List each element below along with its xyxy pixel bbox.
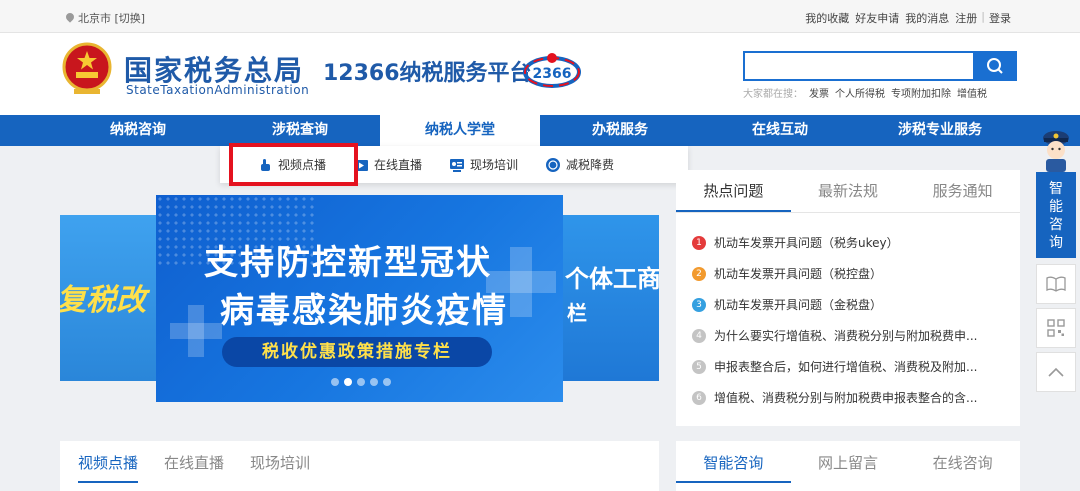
mascot-avatar-icon[interactable] [1036,126,1076,172]
rank-badge: 3 [692,297,706,312]
friend-request-link[interactable]: 好友申请 [852,10,902,26]
rank-badge: 6 [692,390,706,405]
nav-online-interaction[interactable]: 在线互动 [700,115,860,146]
carousel-dot[interactable] [370,378,378,386]
top-bar: 北京市 [切换] 我的收藏 好友申请 我的消息 注册 | 登录 [0,0,1080,33]
question-list: 1 机动车发票开具问题（税务ukey） 2 机动车发票开具问题（税控盘） 3 机… [676,213,1020,413]
prev-slide-text: 复税改 [60,283,146,318]
rank-badge: 2 [692,266,706,281]
consult-tabs: 智能咨询 网上留言 在线咨询 [676,441,1020,491]
svg-text:2366: 2366 [533,66,572,82]
hot-term-personal-income-tax[interactable]: 个人所得税 [835,85,885,100]
subnav-tax-reduction[interactable]: 减税降费 [546,156,614,173]
question-text: 申报表整合后，如何进行增值税、消费税及附加... [714,360,978,374]
main-nav: 纳税咨询 涉税查询 纳税人学堂 办税服务 在线互动 涉税专业服务 [0,115,1080,146]
messages-link[interactable]: 我的消息 [902,10,952,26]
question-text: 为什么要实行增值税、消费税分别与附加税费申... [714,329,978,343]
rank-badge: 5 [692,359,706,374]
hot-term-invoice[interactable]: 发票 [809,85,829,100]
subnav-live-stream[interactable]: 在线直播 [354,156,422,173]
qr-code-icon [1047,319,1065,337]
tab-service-notices[interactable]: 服务通知 [905,170,1020,212]
location-label: 北京市 [切换] [78,12,146,25]
list-item[interactable]: 6 增值税、消费税分别与附加税费申报表整合的含... [692,382,1004,413]
subnav-label: 在线直播 [374,158,423,172]
smart-consult-label: 智能咨询 [1049,181,1063,251]
carousel-next-slide[interactable]: 个体工商 栏 [563,215,659,381]
learning-tabs: 视频点播 在线直播 现场培训 [60,441,659,491]
hot-search-label: 大家都在搜： [743,89,803,100]
favorites-link[interactable]: 我的收藏 [802,10,852,26]
tab-hot-questions[interactable]: 热点问题 [676,170,791,212]
next-slide-text-2: 栏 [567,301,587,325]
question-text: 机动车发票开具问题（金税盘） [714,298,883,312]
training-board-icon [450,158,465,172]
site-header: 国家税务总局 StateTaxationAdministration 12366… [0,33,1080,115]
national-emblem-icon[interactable] [62,41,112,97]
qr-code-button[interactable] [1036,308,1076,348]
subnav-label: 现场培训 [470,158,519,172]
discount-badge-icon [546,157,561,172]
rank-badge: 4 [692,328,706,343]
tab-live-stream[interactable]: 在线直播 [164,441,224,491]
tab-latest-regulations[interactable]: 最新法规 [791,170,906,212]
nav-taxpayer-school[interactable]: 纳税人学堂 [380,115,540,146]
login-link[interactable]: 登录 [986,10,1014,26]
carousel-dot[interactable] [357,378,365,386]
question-text: 机动车发票开具问题（税务ukey） [714,236,899,250]
hot-search-terms: 大家都在搜： 发票 个人所得税 专项附加扣除 增值税 [743,85,987,100]
hot-term-vat[interactable]: 增值税 [957,85,987,100]
next-slide-text: 个体工商 [565,265,659,293]
search-icon [987,58,1003,74]
search-input[interactable] [745,53,965,79]
tab-online-consult[interactable]: 在线咨询 [905,441,1020,491]
nav-professional-service[interactable]: 涉税专业服务 [860,115,1020,146]
carousel-indicators [331,378,391,386]
list-item[interactable]: 5 申报表整合后，如何进行增值税、消费税及附加... [692,351,1004,382]
book-icon [1046,276,1066,292]
nav-tax-query[interactable]: 涉税查询 [220,115,380,146]
tab-online-message[interactable]: 网上留言 [791,441,906,491]
panel-tabs: 热点问题 最新法规 服务通知 [676,170,1020,213]
tab-onsite-training[interactable]: 现场培训 [250,441,310,491]
nav-tax-service[interactable]: 办税服务 [540,115,700,146]
list-item[interactable]: 4 为什么要实行增值税、消费税分别与附加税费申... [692,320,1004,351]
location-switcher[interactable]: 北京市 [切换] [66,10,145,26]
search-button[interactable] [973,51,1017,81]
rank-badge: 1 [692,235,706,250]
list-item[interactable]: 1 机动车发票开具问题（税务ukey） [692,227,1004,258]
brand-name-en: StateTaxationAdministration [126,83,310,97]
list-item[interactable]: 3 机动车发票开具问题（金税盘） [692,289,1004,320]
platform-title: 12366纳税服务平台 [323,61,532,86]
hot-term-special-deduction[interactable]: 专项附加扣除 [891,85,951,100]
carousel-main-slide[interactable]: 支持防控新型冠状 病毒感染肺炎疫情 税收优惠政策措施专栏 [156,195,563,402]
smart-consult-button[interactable]: 智能咨询 [1036,172,1076,258]
chevron-up-icon [1048,367,1064,377]
question-text: 机动车发票开具问题（税控盘） [714,267,883,281]
search-box [743,51,1017,81]
platform-logo-icon: 2366 [523,53,581,88]
location-pin-icon [66,13,74,24]
question-text: 增值税、消费税分别与附加税费申报表整合的含... [714,391,978,405]
carousel-prev-slide[interactable]: 复税改 [60,215,156,381]
carousel-dot-active[interactable] [344,378,352,386]
slide-headline-2: 病毒感染肺炎疫情 [220,291,508,331]
highlight-box [229,143,358,186]
carousel-dot[interactable] [331,378,339,386]
slide-subtitle: 税收优惠政策措施专栏 [222,337,492,367]
guide-book-button[interactable] [1036,264,1076,304]
list-item[interactable]: 2 机动车发票开具问题（税控盘） [692,258,1004,289]
subnav-onsite-training[interactable]: 现场培训 [450,156,518,173]
carousel-dot[interactable] [383,378,391,386]
medical-cross-icon [170,305,222,357]
subnav-label: 减税降费 [566,158,615,172]
top-links: 我的收藏 好友申请 我的消息 注册 | 登录 [802,10,1014,26]
register-link[interactable]: 注册 [952,10,980,26]
tab-video-on-demand[interactable]: 视频点播 [78,441,139,483]
back-to-top-button[interactable] [1036,352,1076,392]
tab-smart-consult[interactable]: 智能咨询 [676,441,791,483]
nav-tax-consult[interactable]: 纳税咨询 [0,115,220,146]
hot-questions-panel: 热点问题 最新法规 服务通知 1 机动车发票开具问题（税务ukey） 2 机动车… [676,170,1020,426]
slide-headline-1: 支持防控新型冠状 [204,243,492,283]
